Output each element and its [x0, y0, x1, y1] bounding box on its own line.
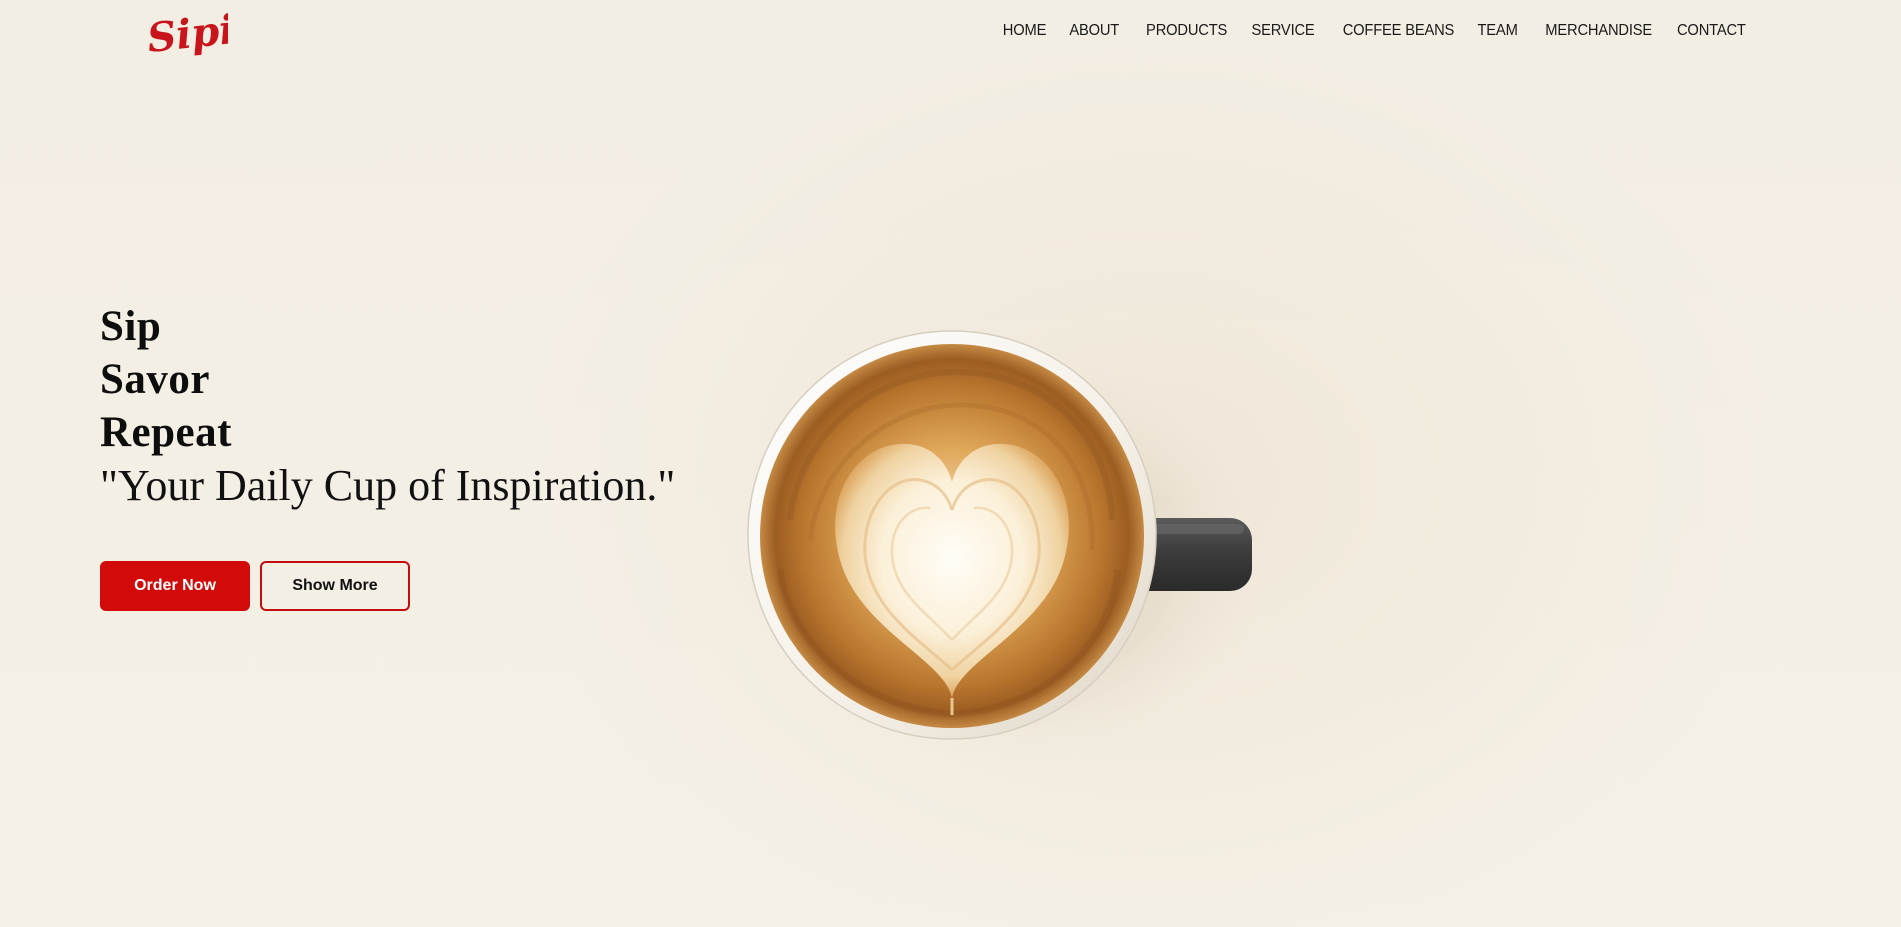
hero-line-sip: Sip [100, 303, 162, 350]
hero-tagline: "Your Daily Cup of Inspiration." [100, 461, 676, 510]
hero-heading: Sip Savor Repeat "Your Daily Cup of Insp… [100, 300, 675, 513]
nav-item-team[interactable]: TEAM [1477, 22, 1517, 40]
brand-logo[interactable]: Sipio [146, 2, 228, 70]
hero-actions: Order Now Show More [100, 561, 410, 611]
coffee-cup-image [747, 330, 1270, 760]
nav-item-about[interactable]: ABOUT [1070, 22, 1120, 40]
show-more-button[interactable]: Show More [260, 561, 410, 611]
order-now-button[interactable]: Order Now [100, 561, 250, 611]
nav-item-home[interactable]: HOME [1003, 22, 1047, 40]
hero-line-savor: Savor [100, 356, 210, 403]
main-nav: HOME ABOUT PRODUCTS SERVICE COFFEE BEANS… [980, 22, 1746, 40]
landing-page: Sipio HOME ABOUT PRODUCTS SERVICE COFFEE… [0, 0, 1901, 927]
nav-item-products[interactable]: PRODUCTS [1146, 22, 1227, 40]
nav-item-contact[interactable]: CONTACT [1677, 22, 1746, 40]
brand-logo-text: Sipio [146, 3, 228, 62]
nav-item-service[interactable]: SERVICE [1251, 22, 1314, 40]
hero-line-repeat: Repeat [100, 409, 232, 456]
nav-item-merchandise[interactable]: MERCHANDISE [1545, 22, 1652, 40]
nav-item-coffee-beans[interactable]: COFFEE BEANS [1343, 22, 1455, 40]
